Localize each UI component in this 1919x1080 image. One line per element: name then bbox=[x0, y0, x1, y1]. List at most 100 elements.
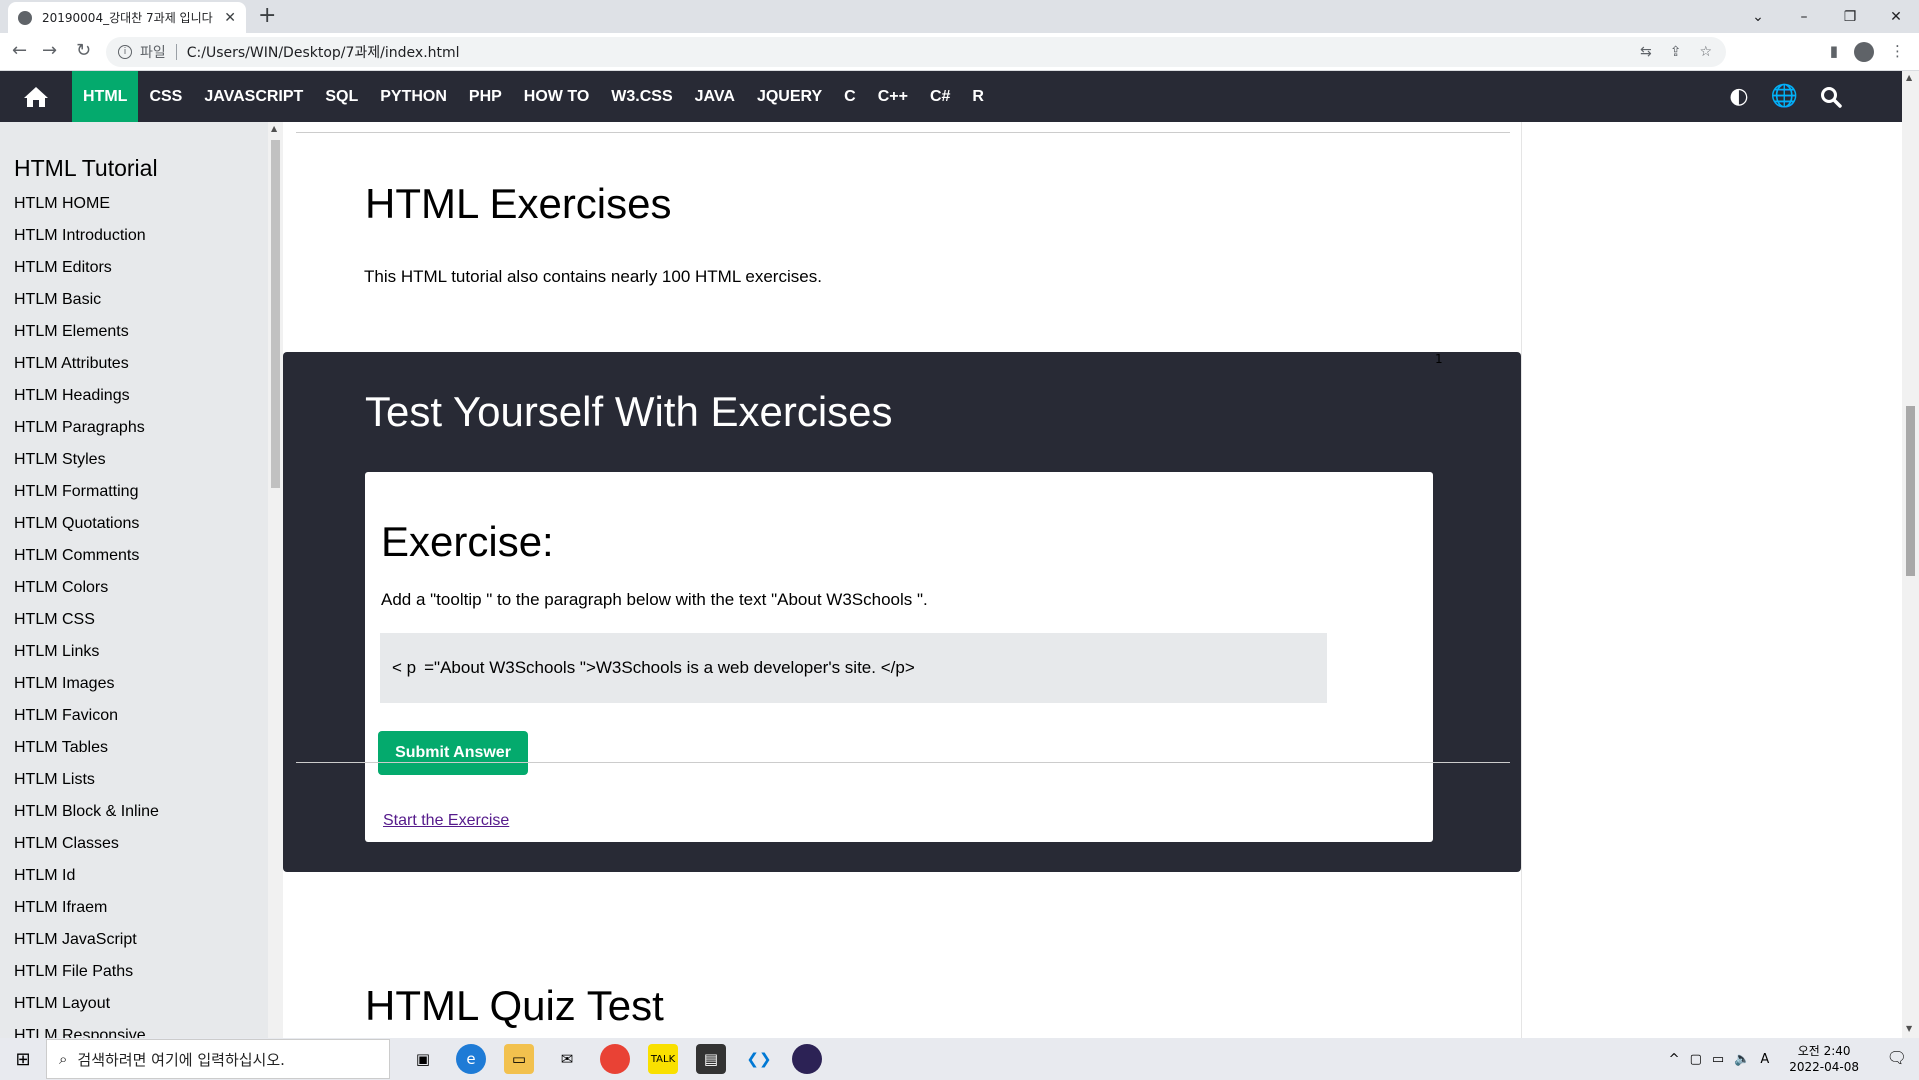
sidebar-item[interactable]: HTLM Layout bbox=[0, 988, 268, 1020]
sidebar-item[interactable]: HTLM JavaScript bbox=[0, 924, 268, 956]
sidebar-item[interactable]: HTLM Headings bbox=[0, 380, 268, 412]
info-icon[interactable]: i bbox=[118, 45, 132, 59]
tray-chevron-icon[interactable]: ^ bbox=[1669, 1052, 1680, 1067]
sidebar-item[interactable]: HTLM Links bbox=[0, 636, 268, 668]
sidebar-item[interactable]: HTLM Block & Inline bbox=[0, 796, 268, 828]
nav-item-html[interactable]: HTML bbox=[72, 71, 139, 122]
sidebar-item[interactable]: HTLM Classes bbox=[0, 828, 268, 860]
sidebar-item[interactable]: HTLM Elements bbox=[0, 316, 268, 348]
sidebar-item[interactable]: HTLM Attributes bbox=[0, 348, 268, 380]
file-explorer-icon[interactable]: ▭ bbox=[504, 1044, 534, 1074]
sidebar-item[interactable]: HTLM HOME bbox=[0, 188, 268, 220]
browser-tab[interactable]: 20190004_강대찬 7과제 입니다 ✕ bbox=[8, 2, 246, 33]
close-window-icon[interactable]: ✕ bbox=[1873, 9, 1919, 25]
windows-start-icon[interactable]: ⊞ bbox=[0, 1038, 46, 1080]
sidebar-item[interactable]: HTLM Responsive bbox=[0, 1020, 268, 1038]
globe-icon[interactable]: 🌐 bbox=[1771, 84, 1798, 109]
minimize-icon[interactable]: – bbox=[1781, 9, 1827, 25]
tray-device-icon[interactable]: ▢ bbox=[1690, 1052, 1702, 1067]
sidebar-item[interactable]: HTLM File Paths bbox=[0, 956, 268, 988]
nav-item-php[interactable]: PHP bbox=[458, 71, 513, 122]
code-before: < p bbox=[392, 658, 417, 677]
nav-item-python[interactable]: PYTHON bbox=[369, 71, 458, 122]
browser-tabstrip: 20190004_강대찬 7과제 입니다 ✕ + ⌄ – ❐ ✕ bbox=[0, 0, 1919, 33]
profile-avatar-icon[interactable] bbox=[1854, 42, 1874, 62]
sidebar-item[interactable]: HTLM Comments bbox=[0, 540, 268, 572]
sidebar-item[interactable]: HTLM Colors bbox=[0, 572, 268, 604]
nav-item-howto[interactable]: HOW TO bbox=[513, 71, 600, 122]
forward-icon[interactable]: → bbox=[42, 40, 57, 61]
home-button[interactable] bbox=[0, 71, 72, 122]
sidebar-title: HTML Tutorial bbox=[14, 155, 158, 181]
nav-item-css[interactable]: CSS bbox=[138, 71, 193, 122]
sidebar-item[interactable]: HTLM Tables bbox=[0, 732, 268, 764]
sidebar-item[interactable]: HTLM Styles bbox=[0, 444, 268, 476]
dark-mode-icon[interactable]: ◐ bbox=[1729, 84, 1748, 109]
nav-item-jquery[interactable]: JQUERY bbox=[746, 71, 833, 122]
mail-icon[interactable]: ✉ bbox=[552, 1044, 582, 1074]
sidebar-item[interactable]: HTLM Quotations bbox=[0, 508, 268, 540]
volume-icon[interactable]: 🔈 bbox=[1734, 1052, 1750, 1067]
page-scrollbar[interactable]: ▲ ▼ bbox=[1902, 71, 1919, 1038]
notification-icon[interactable]: 🗨 bbox=[1887, 1048, 1907, 1067]
restore-icon[interactable]: ❐ bbox=[1827, 9, 1873, 25]
sidebar-scrollbar-thumb[interactable] bbox=[271, 140, 280, 488]
tab-search-icon[interactable]: ⌄ bbox=[1735, 9, 1781, 25]
search-icon[interactable] bbox=[1820, 86, 1842, 108]
task-view-icon[interactable]: ▣ bbox=[408, 1044, 438, 1074]
clock[interactable]: 오전 2:40 2022-04-08 bbox=[1789, 1043, 1859, 1075]
sidebar: HTML Tutorial HTLM HOME HTLM Introduction… bbox=[0, 122, 268, 1038]
bookmark-star-icon[interactable]: ☆ bbox=[1699, 44, 1712, 60]
sidebar-item[interactable]: HTLM Lists bbox=[0, 764, 268, 796]
new-tab-icon[interactable]: + bbox=[258, 3, 276, 28]
nav-item-cpp[interactable]: C++ bbox=[867, 71, 919, 122]
back-icon[interactable]: ← bbox=[12, 40, 27, 61]
right-column bbox=[1521, 122, 1902, 1038]
sidebar-item[interactable]: HTLM Favicon bbox=[0, 700, 268, 732]
sticky-notes-icon[interactable]: ▤ bbox=[696, 1044, 726, 1074]
sidebar-item[interactable]: HTLM Paragraphs bbox=[0, 412, 268, 444]
close-icon[interactable]: ✕ bbox=[224, 10, 236, 26]
nav-item-javascript[interactable]: JAVASCRIPT bbox=[193, 71, 314, 122]
code-after: ="About W3Schools ">W3Schools is a web d… bbox=[424, 658, 915, 677]
menu-kebab-icon[interactable]: ⋮ bbox=[1890, 42, 1905, 62]
sidebar-item[interactable]: HTLM Images bbox=[0, 668, 268, 700]
scroll-up-arrow-icon[interactable]: ▲ bbox=[1906, 73, 1912, 82]
network-icon[interactable]: ▭ bbox=[1712, 1052, 1724, 1067]
nav-item-csharp[interactable]: C# bbox=[919, 71, 961, 122]
exercises-title: HTML Exercises bbox=[365, 180, 672, 227]
sidebar-item[interactable]: HTLM Introduction bbox=[0, 220, 268, 252]
sidebar-item[interactable]: HTLM Id bbox=[0, 860, 268, 892]
sidebar-item[interactable]: HTLM Basic bbox=[0, 284, 268, 316]
sidebar-scrollbar[interactable]: ▲ bbox=[268, 122, 283, 1038]
translate-icon[interactable]: ⇆ bbox=[1640, 44, 1652, 60]
ime-indicator[interactable]: A bbox=[1760, 1052, 1769, 1067]
page-scrollbar-thumb[interactable] bbox=[1906, 406, 1915, 576]
taskbar-search[interactable]: ⌕ 검색하려면 여기에 입력하십시오. bbox=[46, 1039, 390, 1079]
scroll-down-arrow-icon[interactable]: ▼ bbox=[1906, 1024, 1912, 1033]
nav-item-r[interactable]: R bbox=[961, 71, 995, 122]
sidebar-item[interactable]: HTLM Formatting bbox=[0, 476, 268, 508]
reload-icon[interactable]: ↻ bbox=[76, 40, 91, 61]
share-icon[interactable]: ⇪ bbox=[1670, 44, 1682, 60]
nav-item-java[interactable]: JAVA bbox=[684, 71, 746, 122]
kakaotalk-icon[interactable]: TALK bbox=[648, 1044, 678, 1074]
exercise-instruction: Add a "tooltip " to the paragraph below … bbox=[381, 590, 928, 609]
chrome-icon[interactable] bbox=[600, 1044, 630, 1074]
sidebar-scroll-up-icon[interactable]: ▲ bbox=[271, 124, 277, 133]
edge-icon[interactable]: e bbox=[456, 1044, 486, 1074]
vscode-icon[interactable]: ❮❯ bbox=[744, 1044, 774, 1074]
eclipse-icon[interactable] bbox=[792, 1044, 822, 1074]
nav-item-sql[interactable]: SQL bbox=[314, 71, 369, 122]
nav-item-w3css[interactable]: W3.CSS bbox=[600, 71, 683, 122]
address-bar[interactable]: i 파일 C:/Users/WIN/Desktop/7과제/index.html… bbox=[106, 37, 1726, 67]
sidebar-item[interactable]: HTLM Editors bbox=[0, 252, 268, 284]
start-exercise-link[interactable]: Start the Exercise bbox=[383, 812, 509, 830]
submit-answer-button[interactable]: Submit Answer bbox=[378, 731, 528, 775]
sidebar-item[interactable]: HTLM Ifraem bbox=[0, 892, 268, 924]
sidebar-item[interactable]: HTLM CSS bbox=[0, 604, 268, 636]
side-panel-icon[interactable]: ▮ bbox=[1830, 42, 1838, 62]
address-url: C:/Users/WIN/Desktop/7과제/index.html bbox=[186, 45, 460, 61]
exercises-description: This HTML tutorial also contains nearly … bbox=[364, 267, 822, 286]
nav-item-c[interactable]: C bbox=[833, 71, 867, 122]
